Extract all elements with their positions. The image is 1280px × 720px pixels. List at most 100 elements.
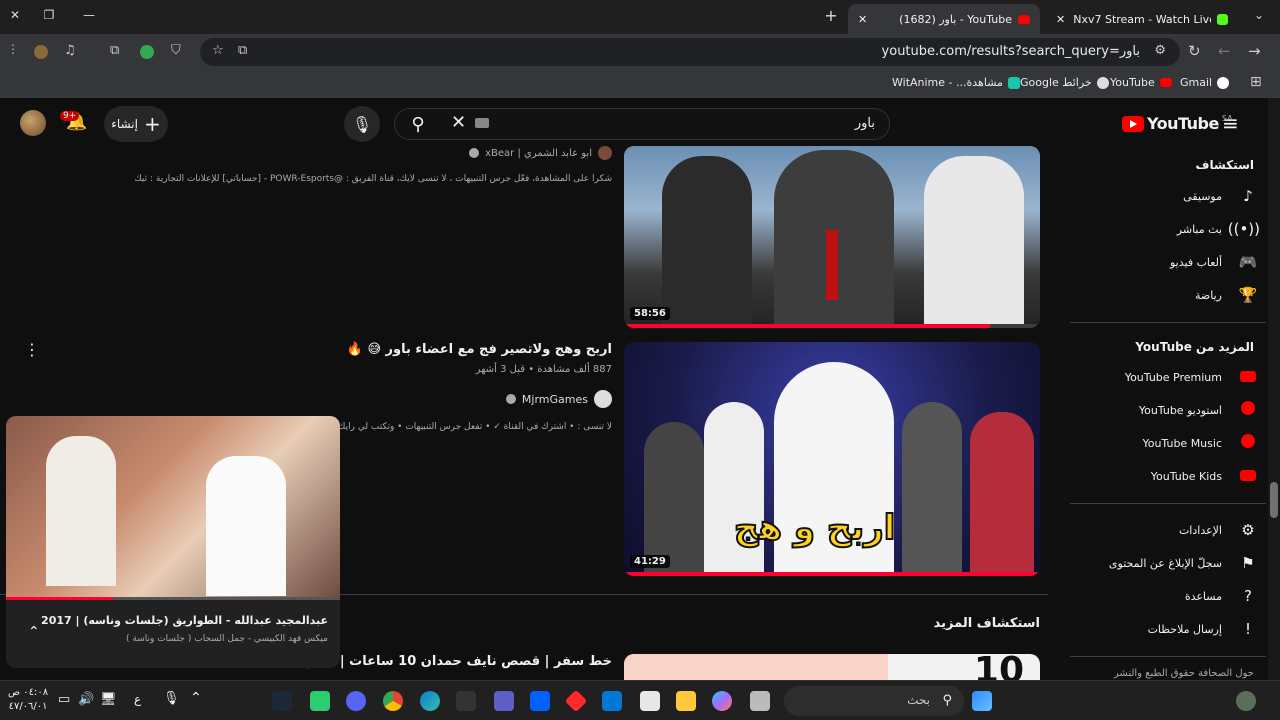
taskbar-search[interactable]: ⚲ بحث — [784, 686, 964, 716]
flag-icon: ⚑ — [1241, 554, 1255, 572]
account-avatar[interactable] — [20, 110, 46, 136]
tab-close-icon[interactable]: ✕ — [858, 13, 867, 26]
channel-row[interactable]: MjrmGames — [212, 390, 612, 408]
sidebar-item-help[interactable]: ? مساعدة — [1070, 580, 1266, 612]
battery-icon[interactable]: ▭ — [58, 692, 70, 707]
search-input[interactable]: باور — [855, 116, 875, 131]
youtube-logo[interactable]: YouTube SA — [1122, 114, 1233, 133]
volume-icon[interactable]: 🔊 — [78, 692, 94, 707]
language-indicator[interactable]: ع — [134, 692, 141, 706]
channel-name[interactable]: MjrmGames — [522, 393, 588, 406]
channel-row[interactable]: ابو عابد الشمري | xBear — [152, 146, 612, 160]
task-view-icon[interactable] — [750, 691, 770, 711]
url-text[interactable]: youtube.com/results?search_query=باور — [882, 44, 1140, 59]
media-control-icon[interactable]: ♫ — [64, 43, 76, 58]
sidebar-item-report-history[interactable]: ⚑ سجلّ الإبلاغ عن المحتوى — [1070, 547, 1266, 579]
discord-icon[interactable] — [346, 691, 366, 711]
windows-taskbar: ٠٤:٠٨ ص ٤٧/٠٦/٠١ ▭ 🔊 🖥 ع 🎙 ⌃ ⚲ بحث — [0, 680, 1280, 720]
keyboard-icon[interactable] — [475, 118, 489, 128]
miniplayer-video[interactable] — [6, 416, 340, 600]
video-thumbnail[interactable]: 58:56 — [624, 146, 1040, 328]
menu-dots-icon[interactable]: ⋮ — [4, 42, 22, 60]
chrome-icon[interactable] — [383, 691, 403, 711]
bookmark-star-icon[interactable]: ☆ — [212, 43, 224, 58]
microphone-icon[interactable]: 🎙 — [163, 691, 180, 706]
sidebar-divider — [1070, 503, 1266, 504]
system-clock[interactable]: ٠٤:٠٨ ص ٤٧/٠٦/٠١ — [8, 686, 48, 714]
profile-avatar-icon[interactable] — [34, 45, 48, 59]
clear-search-icon[interactable]: ✕ — [451, 112, 466, 133]
sidebar-item-music[interactable]: ♪ موسيقى — [1070, 180, 1266, 212]
steam-icon[interactable] — [272, 691, 292, 711]
start-windows-icon[interactable] — [972, 691, 992, 711]
sidebar-item-studio[interactable]: استوديو YouTube — [1070, 394, 1266, 426]
epic-games-icon[interactable] — [456, 691, 476, 711]
extension-icon[interactable] — [140, 45, 154, 59]
minimize-window-icon[interactable]: — — [80, 8, 98, 26]
outlook-icon[interactable] — [602, 691, 622, 711]
bookmark-gmail[interactable]: Gmail — [1180, 76, 1230, 89]
back-icon[interactable]: → — [1248, 42, 1261, 60]
extensions-icon[interactable]: ⧉ — [110, 43, 119, 58]
youtube-favicon-icon — [1018, 14, 1030, 24]
copilot-icon[interactable] — [712, 691, 732, 711]
music-icon: ♪ — [1243, 187, 1253, 205]
scrollbar-thumb[interactable] — [1270, 482, 1278, 518]
teams-icon[interactable] — [494, 691, 514, 711]
bookmarks-bar: Gmail YouTube خرائط Google مشاهدة... - W… — [0, 70, 1280, 98]
bookmark-google-maps[interactable]: خرائط Google — [1020, 76, 1109, 89]
video-thumbnail[interactable]: اربح و هج 41:29 — [624, 342, 1040, 576]
shield-icon[interactable]: ⛉ — [171, 43, 181, 58]
video-title[interactable]: اربح وهج ولاتصير فج مع اعضاء باور 😅 🔥 — [112, 342, 612, 357]
bookmark-label: خرائط Google — [1020, 76, 1092, 89]
site-info-icon[interactable]: ⚙ — [1154, 43, 1166, 58]
anydesk-icon[interactable] — [564, 689, 588, 713]
edge-icon[interactable] — [420, 691, 440, 711]
bookmark-witanime[interactable]: مشاهدة... - WitAnime — [892, 76, 1020, 89]
sidebar-footer[interactable]: حول الصحافة حقوق الطبع والنشر — [1114, 668, 1254, 679]
search-box[interactable]: باور ✕ — [394, 108, 890, 140]
channel-name[interactable]: ابو عابد الشمري | xBear — [485, 148, 592, 159]
miniplayer-progress-bar[interactable] — [6, 597, 113, 600]
app-icon[interactable] — [310, 691, 330, 711]
close-window-icon[interactable]: ✕ — [6, 8, 24, 26]
tab-search-icon[interactable]: ⌄ — [1250, 8, 1268, 26]
new-tab-button[interactable]: + — [822, 6, 840, 25]
sidebar-item-gaming[interactable]: 🎮 ألعاب فيديو — [1070, 246, 1266, 278]
restore-window-icon[interactable]: ❐ — [40, 8, 58, 26]
miniplayer[interactable]: عبدالمجيد عبدالله - الطواريق (جلسات وناس… — [6, 416, 340, 668]
tab-close-icon[interactable]: ✕ — [1056, 13, 1065, 26]
sidebar-item-live[interactable]: ((•)) بث مباشر — [1070, 213, 1266, 245]
tab-kick[interactable]: ✕ Nxv7 Stream - Watch Live on Ki — [1046, 4, 1238, 34]
video-thumbnail[interactable]: 10 — [624, 654, 1040, 680]
file-explorer-icon[interactable] — [676, 691, 696, 711]
chevron-up-icon[interactable]: ⌃ — [28, 624, 40, 640]
widgets-icon[interactable] — [1236, 691, 1256, 711]
sidebar-item-music-app[interactable]: YouTube Music — [1070, 427, 1266, 459]
create-button[interactable]: + إنشاء — [104, 106, 168, 142]
forward-icon[interactable]: ← — [1218, 42, 1231, 60]
reload-icon[interactable]: ↻ — [1188, 42, 1201, 60]
more-actions-icon[interactable]: ⋮ — [24, 340, 40, 359]
live-icon: ((•)) — [1227, 220, 1260, 238]
sidebar-item-premium[interactable]: YouTube Premium — [1070, 361, 1266, 393]
store-icon[interactable] — [640, 691, 660, 711]
feedback-icon: ! — [1244, 620, 1251, 638]
globe-icon — [1096, 76, 1109, 89]
sidebar-item-settings[interactable]: ⚙ الإعدادات — [1070, 514, 1266, 546]
sidebar-item-feedback[interactable]: ! إرسال ملاحظات — [1070, 613, 1266, 645]
chevron-up-icon[interactable]: ⌃ — [190, 690, 202, 706]
page-scrollbar[interactable] — [1268, 98, 1280, 680]
install-app-icon[interactable]: ⧉ — [238, 43, 247, 58]
sidebar-item-sports[interactable]: 🏆 رياضة — [1070, 279, 1266, 311]
dropbox-icon[interactable] — [530, 691, 550, 711]
bookmark-youtube[interactable]: YouTube — [1110, 76, 1172, 89]
sidebar-item-kids[interactable]: YouTube Kids — [1070, 460, 1266, 492]
tab-youtube[interactable]: ✕ (1682) باور - YouTube — [848, 4, 1040, 34]
voice-search-button[interactable]: 🎙 — [344, 106, 380, 142]
search-button[interactable]: ⚲ — [400, 106, 436, 142]
apps-grid-icon[interactable]: ⊞ — [1250, 74, 1262, 90]
thumbnail-person — [970, 412, 1034, 576]
address-bar[interactable]: ☆ ⧉ youtube.com/results?search_query=باو… — [200, 38, 1180, 66]
network-icon[interactable]: 🖥 — [100, 692, 117, 707]
